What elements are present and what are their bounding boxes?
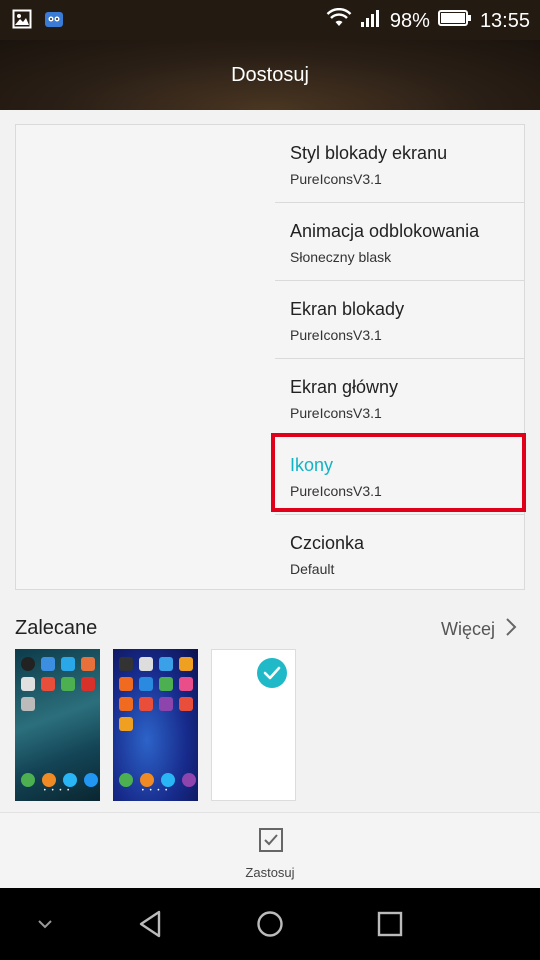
more-link[interactable]: Więcej xyxy=(441,617,517,642)
recommended-thumbnails: • • • • • • • • xyxy=(15,649,296,801)
recommended-title: Zalecane xyxy=(15,617,98,639)
menu-item-value: Default xyxy=(290,561,335,577)
battery-icon xyxy=(437,9,472,33)
menu-item-title: Styl blokady ekranu xyxy=(290,143,448,163)
menu-item-lockscreen-style[interactable]: Styl blokady ekranu PureIconsV3.1 xyxy=(275,125,524,203)
apply-label: Zastosuj xyxy=(245,865,295,880)
title-bar: Dostosuj xyxy=(0,40,540,110)
menu-item-value: Słoneczny blask xyxy=(290,249,392,265)
wifi-icon xyxy=(326,7,352,34)
checkbox-icon xyxy=(258,827,284,858)
menu-item-title: Czcionka xyxy=(290,533,365,553)
menu-item-unlock-animation[interactable]: Animacja odblokowania Słoneczny blask xyxy=(275,203,524,281)
home-icon[interactable] xyxy=(245,888,295,960)
menu-item-lockscreen[interactable]: Ekran blokady PureIconsV3.1 xyxy=(275,281,524,359)
notification-app-icon xyxy=(44,9,64,34)
navigation-bar xyxy=(0,888,540,960)
app-grid xyxy=(119,657,193,731)
menu-item-value: PureIconsV3.1 xyxy=(290,171,382,187)
menu-item-value: PureIconsV3.1 xyxy=(290,327,382,343)
signal-icon xyxy=(360,8,382,34)
back-icon[interactable] xyxy=(125,888,175,960)
apply-button[interactable]: Zastosuj xyxy=(0,812,540,889)
status-bar: 98% 13:55 xyxy=(0,0,540,40)
chevron-right-icon xyxy=(505,617,517,642)
chevron-down-icon[interactable] xyxy=(20,888,70,960)
more-label: Więcej xyxy=(440,619,495,639)
menu-item-title: Ekran blokady xyxy=(290,299,405,319)
menu-item-value: PureIconsV3.1 xyxy=(290,405,382,421)
page-title: Dostosuj xyxy=(231,64,309,86)
dock xyxy=(21,773,98,787)
settings-card: Styl blokady ekranu PureIconsV3.1 Animac… xyxy=(15,124,525,590)
menu-item-icons[interactable]: Ikony PureIconsV3.1 xyxy=(275,437,524,515)
theme-thumbnail-2[interactable]: • • • • xyxy=(113,649,198,801)
menu-item-title: Ikony xyxy=(290,455,334,475)
theme-thumbnail-1[interactable]: • • • • xyxy=(15,649,100,801)
battery-percent: 98% xyxy=(389,9,430,32)
menu-item-font[interactable]: Czcionka Default xyxy=(275,515,524,592)
menu-item-title: Ekran główny xyxy=(290,377,399,397)
app-grid xyxy=(21,657,95,711)
recents-icon[interactable] xyxy=(365,888,415,960)
recommended-header: Zalecane Więcej xyxy=(15,615,525,643)
clock: 13:55 xyxy=(479,9,530,32)
menu-item-value: PureIconsV3.1 xyxy=(290,483,382,499)
menu-item-title: Animacja odblokowania xyxy=(290,221,480,241)
menu-item-home-screen[interactable]: Ekran główny PureIconsV3.1 xyxy=(275,359,524,437)
dock xyxy=(119,773,196,787)
customize-menu: Styl blokady ekranu PureIconsV3.1 Animac… xyxy=(275,125,524,592)
selected-check-icon xyxy=(257,658,287,688)
theme-thumbnail-selected[interactable] xyxy=(211,649,296,801)
gallery-icon xyxy=(12,9,32,34)
